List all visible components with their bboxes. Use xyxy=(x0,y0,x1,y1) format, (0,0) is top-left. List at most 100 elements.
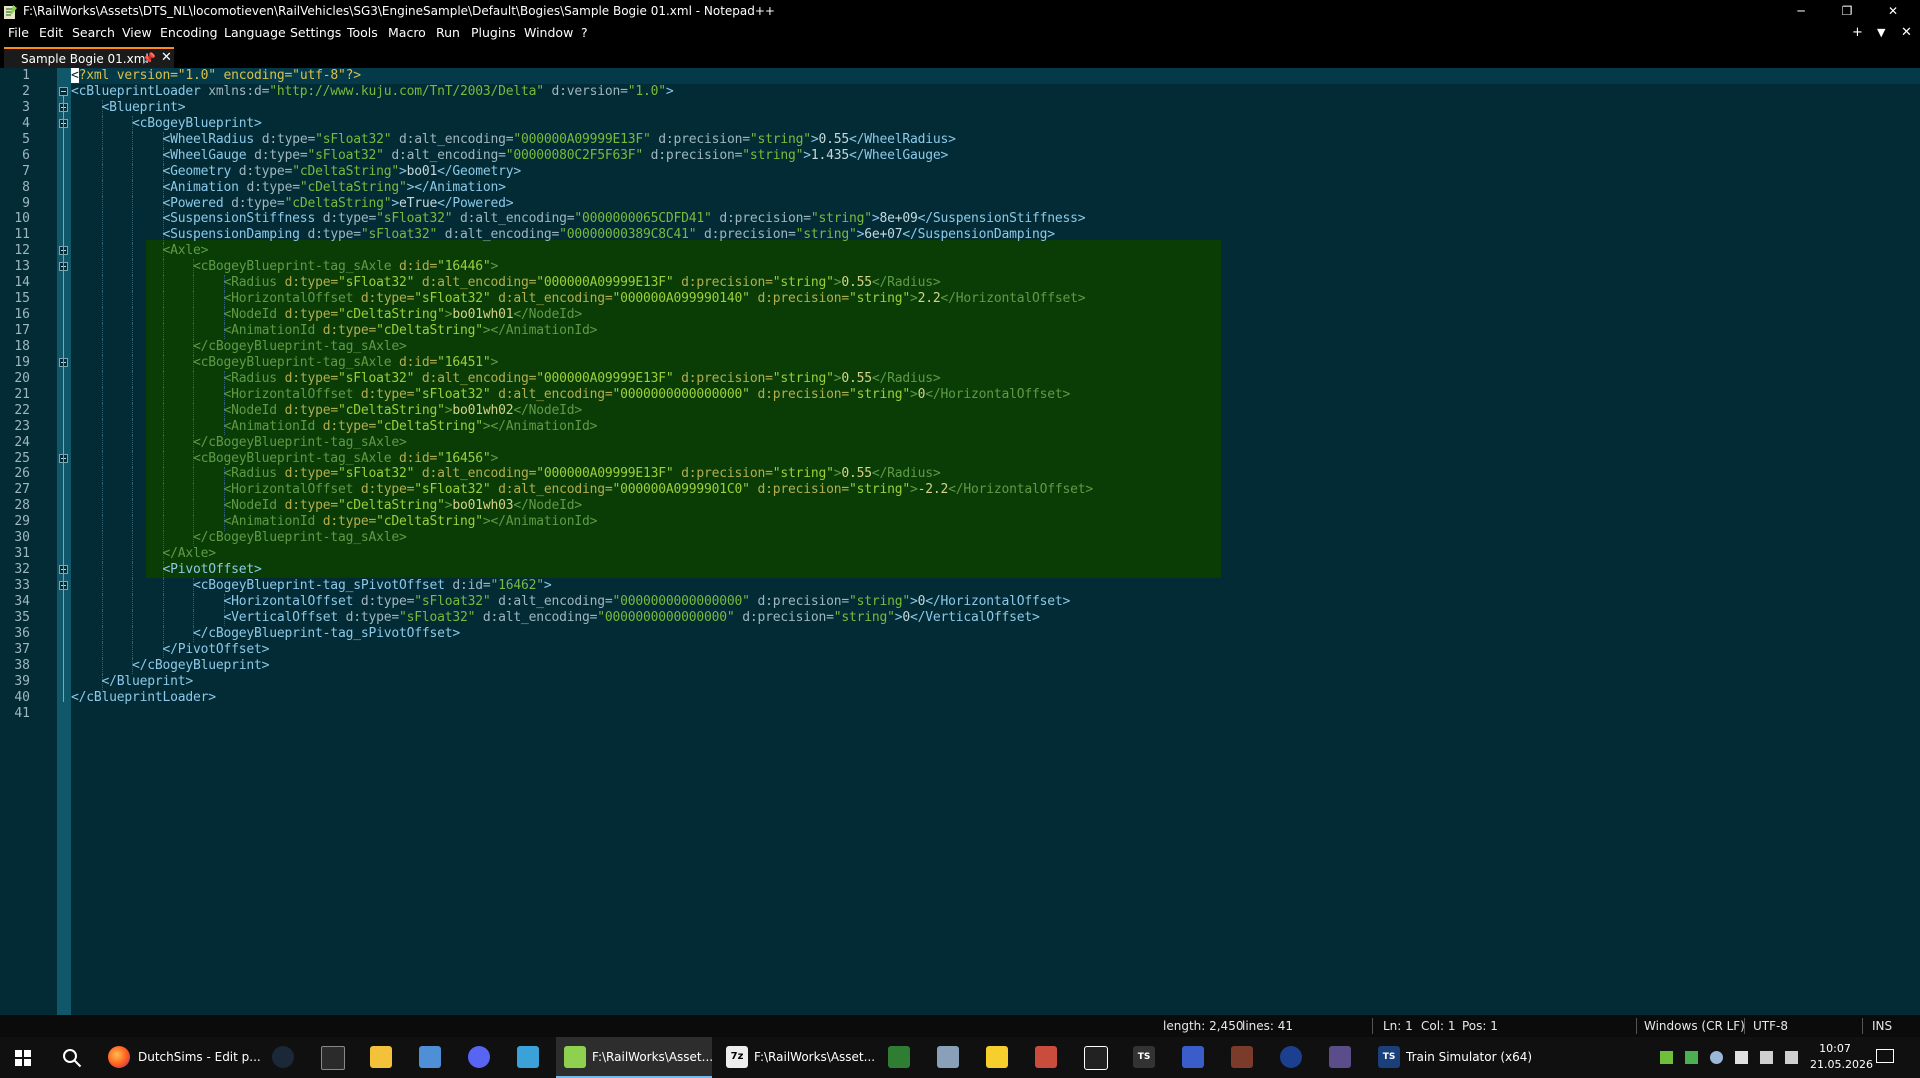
new-tab-button[interactable]: + xyxy=(1852,22,1863,44)
token-attr: d:type= xyxy=(254,131,316,147)
menu-language[interactable]: Language xyxy=(224,22,286,44)
token-val: "string" xyxy=(795,227,857,243)
line-number: 6 xyxy=(22,147,30,163)
app-icon[interactable] xyxy=(986,1046,1008,1068)
menu-file[interactable]: File xyxy=(8,22,29,44)
search-button[interactable] xyxy=(48,1037,94,1078)
excel-icon[interactable] xyxy=(888,1046,910,1068)
menu-settings[interactable]: Settings xyxy=(290,22,341,44)
token-val: "sFloat32" xyxy=(315,131,392,147)
menu-view[interactable]: View xyxy=(122,22,152,44)
token-val: "http://www.kuju.com/TnT/2003/Delta" xyxy=(269,83,544,99)
tray-app-icon[interactable] xyxy=(1685,1051,1698,1064)
volume-icon[interactable] xyxy=(1785,1051,1798,1064)
terminal-icon[interactable] xyxy=(321,1046,345,1070)
tab-sample-bogie[interactable]: Sample Bogie 01.xml 📌 ✕ xyxy=(4,47,174,68)
app-icon[interactable] xyxy=(1182,1046,1204,1068)
token-tag: </NodeId> xyxy=(513,498,583,514)
app-icon[interactable] xyxy=(937,1046,959,1068)
menu-edit[interactable]: Edit xyxy=(39,22,63,44)
token-tag: </NodeId> xyxy=(513,307,583,323)
taskbar-notepadpp-label: F:\RailWorks\Asset... xyxy=(592,1050,714,1064)
fold-margin[interactable] xyxy=(57,68,71,1015)
clock[interactable]: 10:07 21.05.2026 xyxy=(1810,1041,1873,1073)
menu-encoding[interactable]: Encoding xyxy=(160,22,218,44)
line-number: 33 xyxy=(14,578,30,593)
token-val: "16451" xyxy=(437,354,491,370)
token-text: 8e+09 xyxy=(879,211,918,227)
token-tag: <Geometry xyxy=(162,163,232,179)
menu-run[interactable]: Run xyxy=(436,22,460,44)
status-encoding: UTF-8 xyxy=(1753,1019,1788,1033)
menu-macro[interactable]: Macro xyxy=(388,22,426,44)
token-text: bo01wh01 xyxy=(452,307,514,323)
line-number: 31 xyxy=(14,546,30,562)
minimize-button[interactable]: ─ xyxy=(1778,0,1824,22)
code-line: <AnimationId d:type="cDeltaString"></Ani… xyxy=(71,323,1093,339)
app-icon[interactable] xyxy=(1035,1046,1057,1068)
token-val: "cDeltaString" xyxy=(337,498,445,514)
token-tag: </HorizontalOffset> xyxy=(940,291,1086,307)
token-val: "00000000389C8C41" xyxy=(559,227,697,243)
app-icon[interactable] xyxy=(517,1046,539,1068)
code-editor[interactable]: <?xml version="1.0" encoding="utf-8"?> <c… xyxy=(71,68,1920,1015)
tab-list-button[interactable]: ▼ xyxy=(1877,22,1885,44)
steam-icon[interactable] xyxy=(272,1046,294,1068)
start-button[interactable] xyxy=(0,1037,46,1078)
token-val: "sFloat32" xyxy=(414,593,491,609)
menu-plugins[interactable]: Plugins xyxy=(471,22,516,44)
title-bar: F:\RailWorks\Assets\DTS_NL\locomotieven\… xyxy=(0,0,1920,22)
restore-button[interactable]: ❐ xyxy=(1824,0,1870,22)
tab-close-icon[interactable]: ✕ xyxy=(161,49,172,67)
file-explorer-icon[interactable] xyxy=(370,1046,392,1068)
close-window-button[interactable]: ✕ xyxy=(1870,0,1916,22)
token-val: "cDeltaString" xyxy=(337,402,445,418)
nvidia-icon[interactable] xyxy=(1660,1051,1673,1064)
notifications-icon[interactable] xyxy=(1876,1049,1894,1063)
text-caret: < xyxy=(71,68,79,83)
taskbar-7zip[interactable]: 7z F:\RailWorks\Asset... xyxy=(718,1037,875,1078)
menu-help[interactable]: ? xyxy=(581,22,588,44)
discord-icon[interactable] xyxy=(468,1046,490,1068)
menu-search[interactable]: Search xyxy=(72,22,115,44)
line-number: 20 xyxy=(14,370,30,386)
token-attr: d:alt_encoding= xyxy=(414,466,537,482)
calculator-icon[interactable] xyxy=(419,1046,441,1068)
token-tag: </SuspensionDamping> xyxy=(902,227,1055,243)
code-line: </Blueprint> xyxy=(71,674,1093,690)
line-number: 23 xyxy=(14,418,30,434)
token-tag: <NodeId xyxy=(223,307,278,323)
line-number: 8 xyxy=(22,179,30,195)
network-icon[interactable] xyxy=(1760,1051,1773,1064)
app-icon[interactable] xyxy=(1280,1046,1302,1068)
token-tag: <WheelRadius xyxy=(162,131,255,147)
close-document-button[interactable]: ✕ xyxy=(1901,22,1912,44)
line-number: 26 xyxy=(14,466,30,482)
shield-icon[interactable] xyxy=(1735,1051,1748,1064)
token-tag: <cBlueprintLoader xyxy=(71,83,201,99)
token-tag: </cBogeyBlueprint> xyxy=(132,657,270,673)
taskbar-train-simulator[interactable]: TS Train Simulator (x64) xyxy=(1370,1037,1532,1078)
code-line: <HorizontalOffset d:type="sFloat32" d:al… xyxy=(71,387,1093,403)
token-val: "string" xyxy=(848,291,910,307)
code-line: <WheelRadius d:type="sFloat32" d:alt_enc… xyxy=(71,132,1093,148)
fold-toggle-icon[interactable] xyxy=(59,86,68,96)
code-line: <cBogeyBlueprint-tag_sAxle d:id="16446"> xyxy=(71,259,1093,275)
ts-dls-icon[interactable]: TS xyxy=(1133,1046,1155,1068)
token-val: "cDeltaString" xyxy=(292,163,399,179)
menu-window[interactable]: Window xyxy=(524,22,573,44)
firefox-icon xyxy=(108,1046,130,1068)
app-icon[interactable] xyxy=(1084,1046,1108,1070)
steam-tray-icon[interactable] xyxy=(1710,1051,1723,1064)
token-attr: d:type= xyxy=(276,402,339,418)
token-tag: > xyxy=(543,578,552,593)
token-attr: d:type= xyxy=(353,386,415,402)
pin-icon[interactable]: 📌 xyxy=(142,50,156,68)
menu-tools[interactable]: Tools xyxy=(347,22,378,44)
app-icon[interactable] xyxy=(1231,1046,1253,1068)
taskbar-firefox[interactable]: DutchSims - Edit p... xyxy=(102,1037,261,1078)
taskbar-notepadpp[interactable]: F:\RailWorks\Asset... xyxy=(556,1037,714,1078)
app-icon[interactable] xyxy=(1329,1046,1351,1068)
line-number: 18 xyxy=(14,338,30,354)
token-attr: d:alt_encoding= xyxy=(452,211,575,227)
